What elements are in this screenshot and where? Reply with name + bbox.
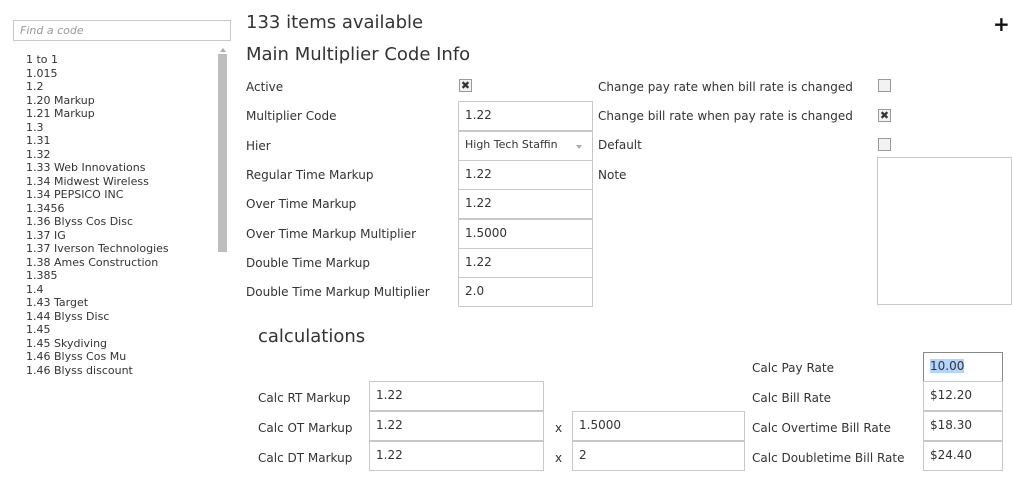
code-list-item[interactable]: 1.31	[26, 134, 216, 148]
over-time-markup-label: Over Time Markup	[246, 197, 357, 211]
note-textarea[interactable]	[877, 157, 1012, 305]
items-available-count: 133 items available	[246, 12, 424, 33]
code-list-item[interactable]: 1.33 Web Innovations	[26, 161, 216, 175]
calc-ot-markup-label: Calc OT Markup	[258, 421, 353, 435]
double-time-markup-label: Double Time Markup	[246, 256, 370, 270]
default-checkbox[interactable]	[878, 138, 891, 151]
calc-overtime-bill-rate-label: Calc Overtime Bill Rate	[752, 421, 891, 435]
code-list-item[interactable]: 1.4	[26, 283, 216, 297]
multiplier-code-field[interactable]: 1.22	[458, 101, 593, 131]
hier-select[interactable]: High Tech Staffin	[458, 131, 593, 161]
code-list-item[interactable]: 1.015	[26, 67, 216, 81]
over-time-markup-multiplier-field[interactable]: 1.5000	[458, 219, 593, 249]
code-list-item[interactable]: 1.45	[26, 323, 216, 337]
change-bill-rate-label: Change bill rate when pay rate is change…	[598, 109, 853, 123]
code-list-item[interactable]: 1.45 Skydiving	[26, 337, 216, 351]
double-time-markup-field[interactable]: 1.22	[458, 248, 593, 278]
code-sidebar: 1 to 11.0151.21.20 Markup1.21 Markup1.31…	[0, 0, 232, 477]
sidebar-scrollbar[interactable]	[216, 46, 230, 477]
calc-ot-markup-field[interactable]: 1.22	[369, 411, 544, 441]
code-list-item[interactable]: 1.37 Iverson Technologies	[26, 242, 216, 256]
code-list-item[interactable]: 1.43 Target	[26, 296, 216, 310]
active-checkbox[interactable]: ✖	[459, 79, 472, 92]
calc-rt-markup-label: Calc RT Markup	[258, 391, 351, 405]
code-list-item[interactable]: 1.3	[26, 121, 216, 135]
multiply-sign: x	[555, 451, 563, 465]
code-list-item[interactable]: 1.2	[26, 80, 216, 94]
regular-time-markup-field[interactable]: 1.22	[458, 160, 593, 190]
scroll-thumb[interactable]	[218, 54, 227, 252]
regular-time-markup-label: Regular Time Markup	[246, 168, 374, 182]
code-list-item[interactable]: 1.21 Markup	[26, 107, 216, 121]
calc-dt-markup-label: Calc DT Markup	[258, 451, 353, 465]
calculations-title: calculations	[258, 326, 366, 347]
over-time-markup-field[interactable]: 1.22	[458, 189, 593, 219]
scroll-up-arrow-icon[interactable]	[220, 48, 226, 52]
note-label: Note	[598, 168, 627, 182]
search-input[interactable]	[13, 20, 231, 41]
code-list-item[interactable]: 1.38 Ames Construction	[26, 256, 216, 270]
hier-label: Hier	[246, 139, 271, 153]
calc-ot-multiplier-field[interactable]: 1.5000	[572, 411, 745, 441]
change-pay-rate-checkbox[interactable]	[878, 79, 891, 92]
code-list: 1 to 1 1.015 1.2 1.20 Markup 1.21 Markup 1.3 1…	[26, 53, 216, 377]
calc-rt-markup-field[interactable]: 1.22	[369, 381, 544, 411]
code-list-item[interactable]: 1.3456	[26, 202, 216, 216]
double-time-markup-multiplier-field[interactable]: 2.0	[458, 277, 593, 307]
calc-dt-markup-field[interactable]: 1.22	[369, 441, 544, 471]
calc-dt-multiplier-field[interactable]: 2	[572, 441, 745, 471]
code-list-item[interactable]: 1.32	[26, 148, 216, 162]
calc-pay-rate-value: 10.00	[930, 359, 965, 373]
change-bill-rate-checkbox[interactable]: ✖	[878, 109, 891, 122]
calc-bill-rate-field[interactable]: $12.20	[923, 381, 1003, 411]
code-list-item[interactable]: 1.46 Blyss Cos Mu	[26, 350, 216, 364]
section-title: Main Multiplier Code Info	[246, 44, 471, 65]
active-label: Active	[246, 80, 284, 94]
code-list-item[interactable]: 1.34 Midwest Wireless	[26, 175, 216, 189]
calc-pay-rate-label: Calc Pay Rate	[752, 361, 834, 375]
code-list-item[interactable]: 1.20 Markup	[26, 94, 216, 108]
double-time-markup-multiplier-label: Double Time Markup Multiplier	[246, 285, 430, 299]
multiplier-code-label: Multiplier Code	[246, 109, 337, 123]
over-time-markup-multiplier-label: Over Time Markup Multiplier	[246, 227, 417, 241]
code-list-item[interactable]: 1.36 Blyss Cos Disc	[26, 215, 216, 229]
code-list-item[interactable]: 1.37 IG	[26, 229, 216, 243]
calc-pay-rate-field[interactable]: 10.00	[923, 352, 1003, 382]
chevron-down-icon	[576, 145, 582, 149]
multiply-sign: x	[555, 421, 563, 435]
calc-bill-rate-label: Calc Bill Rate	[752, 391, 832, 405]
code-list-item[interactable]: 1 to 1	[26, 53, 216, 67]
code-list-item[interactable]: 1.46 Blyss discount	[26, 364, 216, 378]
code-list-item[interactable]: 1.44 Blyss Disc	[26, 310, 216, 324]
code-list-item[interactable]: 1.34 PEPSICO INC	[26, 188, 216, 202]
add-icon[interactable]: +	[993, 14, 1010, 34]
code-list-item[interactable]: 1.385	[26, 269, 216, 283]
calc-overtime-bill-rate-field[interactable]: $18.30	[923, 411, 1003, 441]
calc-doubletime-bill-rate-field[interactable]: $24.40	[923, 441, 1003, 471]
calc-doubletime-bill-rate-label: Calc Doubletime Bill Rate	[752, 451, 905, 465]
hier-select-value: High Tech Staffin	[465, 138, 558, 151]
default-label: Default	[598, 138, 642, 152]
change-pay-rate-label: Change pay rate when bill rate is change…	[598, 80, 853, 94]
